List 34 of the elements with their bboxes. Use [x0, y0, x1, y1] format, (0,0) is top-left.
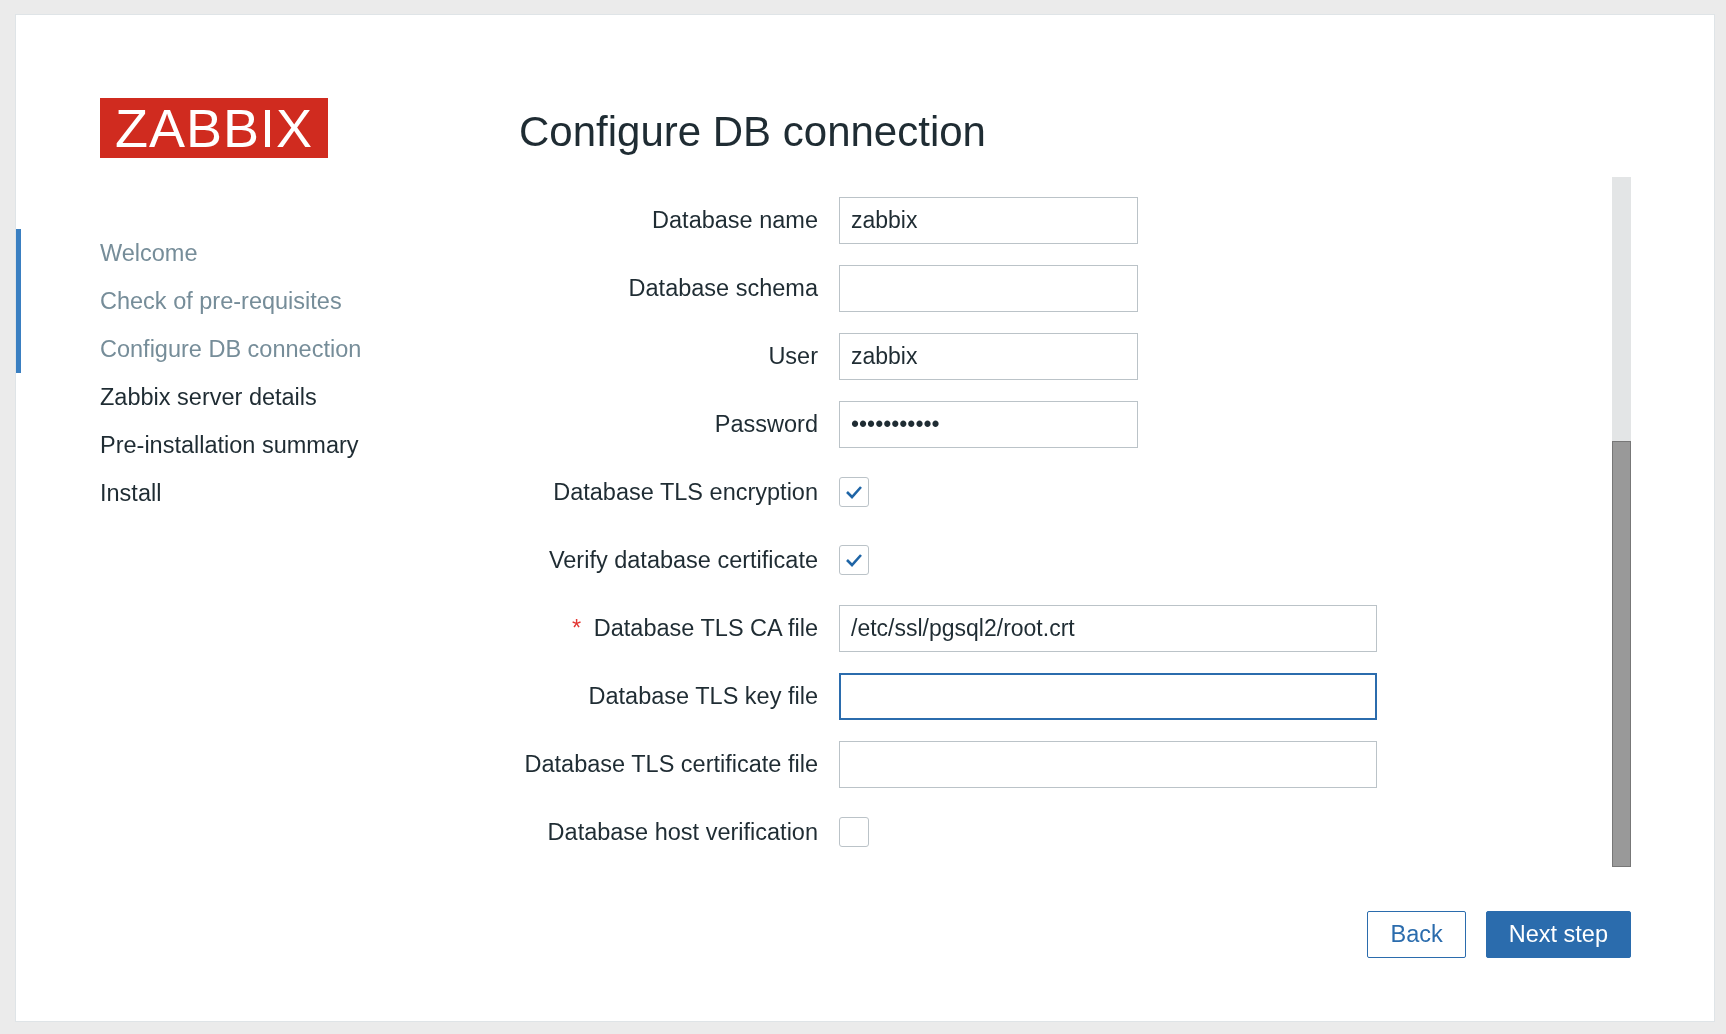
- input-field[interactable]: [839, 672, 1377, 720]
- checkbox[interactable]: [839, 477, 869, 507]
- field-label: Database host verification: [547, 818, 818, 845]
- field-label: Database TLS CA file: [593, 614, 818, 641]
- next-step-button[interactable]: Next step: [1485, 911, 1631, 958]
- field-label: Database TLS key file: [588, 682, 818, 709]
- page-title: Configure DB connection: [519, 107, 987, 157]
- required-mark: *: [572, 614, 582, 641]
- scrollbar[interactable]: [1612, 177, 1631, 867]
- checkbox[interactable]: [839, 545, 869, 575]
- input-field[interactable]: /etc/ssl/pgsql2/root.crt: [839, 604, 1377, 652]
- back-button[interactable]: Back: [1367, 911, 1466, 958]
- field-label: Database TLS encryption: [553, 478, 818, 505]
- step-item: Install: [99, 479, 163, 508]
- field-label: Database name: [652, 206, 818, 233]
- logo: ZABBIX: [100, 98, 328, 158]
- input-field[interactable]: [839, 264, 1138, 312]
- field-label: Database TLS certificate file: [524, 750, 818, 777]
- checkbox[interactable]: [839, 817, 869, 847]
- step-item: Configure DB connection: [16, 325, 519, 373]
- field-label: User: [768, 342, 818, 369]
- field-label: Database schema: [628, 274, 818, 301]
- field-label: Password: [714, 410, 818, 437]
- step-item: Welcome: [16, 229, 519, 277]
- step-item: Zabbix server details: [99, 383, 318, 412]
- check-icon: [845, 485, 863, 499]
- input-field[interactable]: [839, 740, 1377, 788]
- step-item: Pre-installation summary: [99, 431, 360, 460]
- field-label: Verify database certificate: [548, 546, 818, 573]
- input-field[interactable]: zabbix: [839, 332, 1138, 380]
- input-field[interactable]: zabbix: [839, 196, 1138, 244]
- input-field[interactable]: •••••••••••: [839, 400, 1138, 448]
- step-item: Check of pre-requisites: [16, 277, 519, 325]
- check-icon: [845, 553, 863, 567]
